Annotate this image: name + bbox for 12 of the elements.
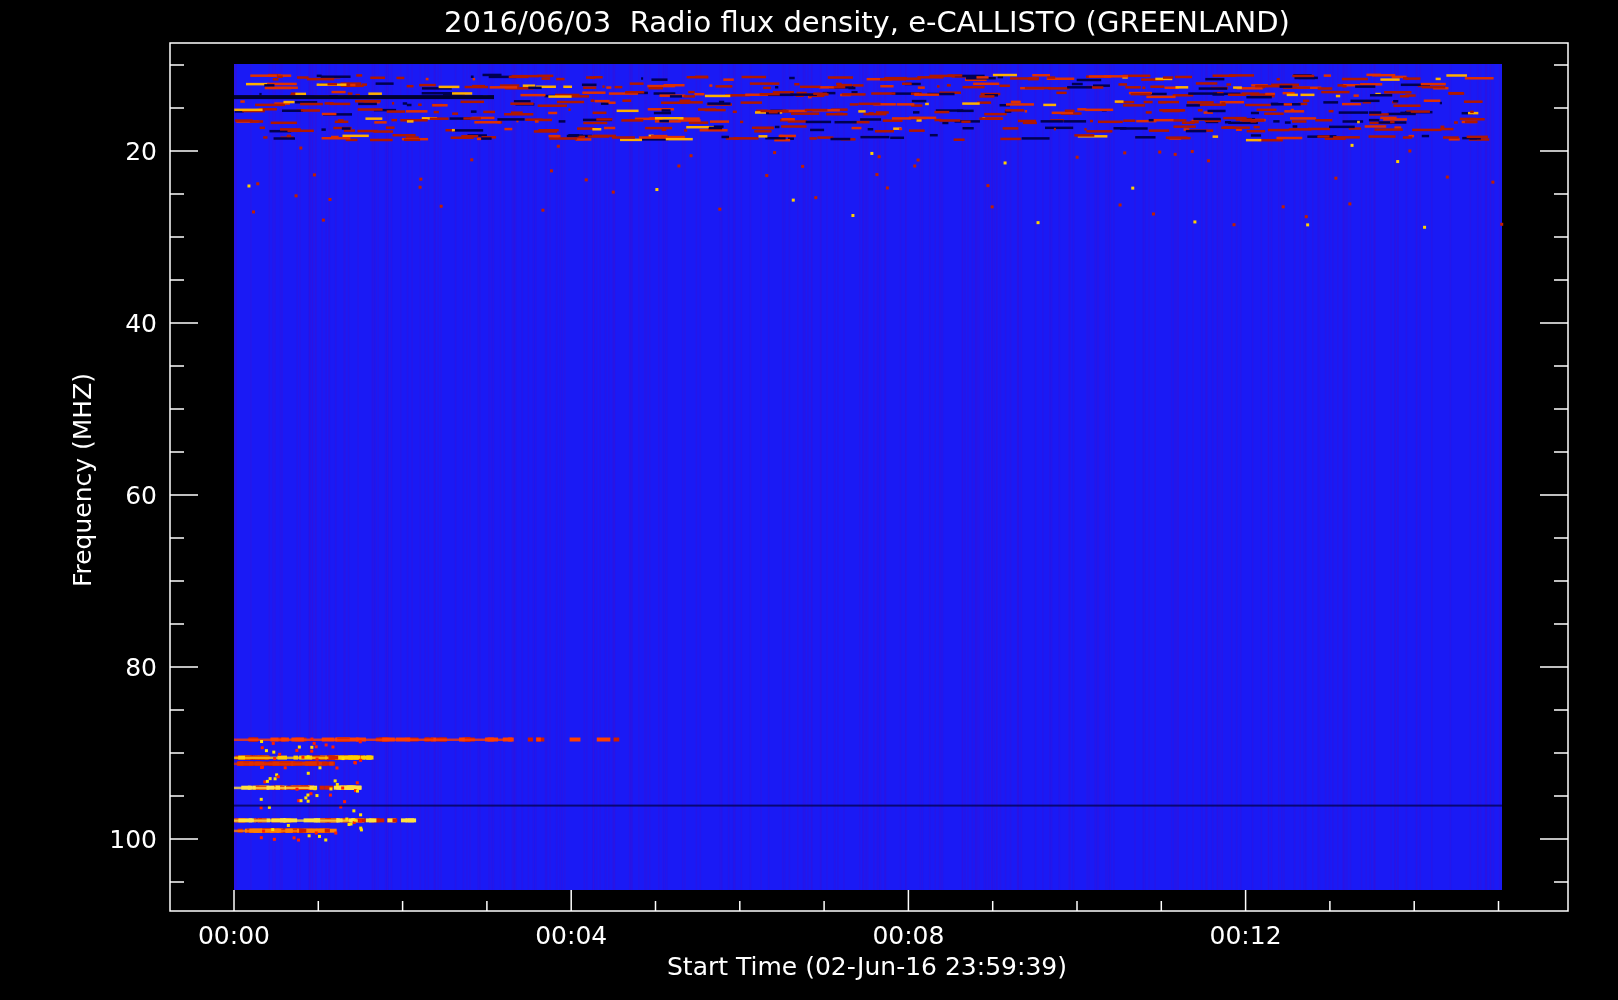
y-tick-label: 80 [125, 653, 157, 682]
y-tick-label: 60 [125, 481, 157, 510]
y-tick-label: 100 [109, 825, 157, 854]
x-tick-label: 00:08 [872, 921, 945, 950]
x-tick-label: 00:04 [535, 921, 608, 950]
plot-title: 2016/06/03 Radio flux density, e-CALLISTO (GREENLAND) [444, 5, 1290, 39]
x-tick-label: 00:12 [1209, 921, 1282, 950]
y-axis-label: Frequency (MHZ) [68, 372, 97, 588]
y-tick-label: 40 [125, 309, 157, 338]
x-tick-label: 00:00 [198, 921, 270, 950]
x-axis-label: Start Time (02-Jun-16 23:59:39) [667, 952, 1067, 981]
y-tick-label: 20 [125, 137, 157, 166]
